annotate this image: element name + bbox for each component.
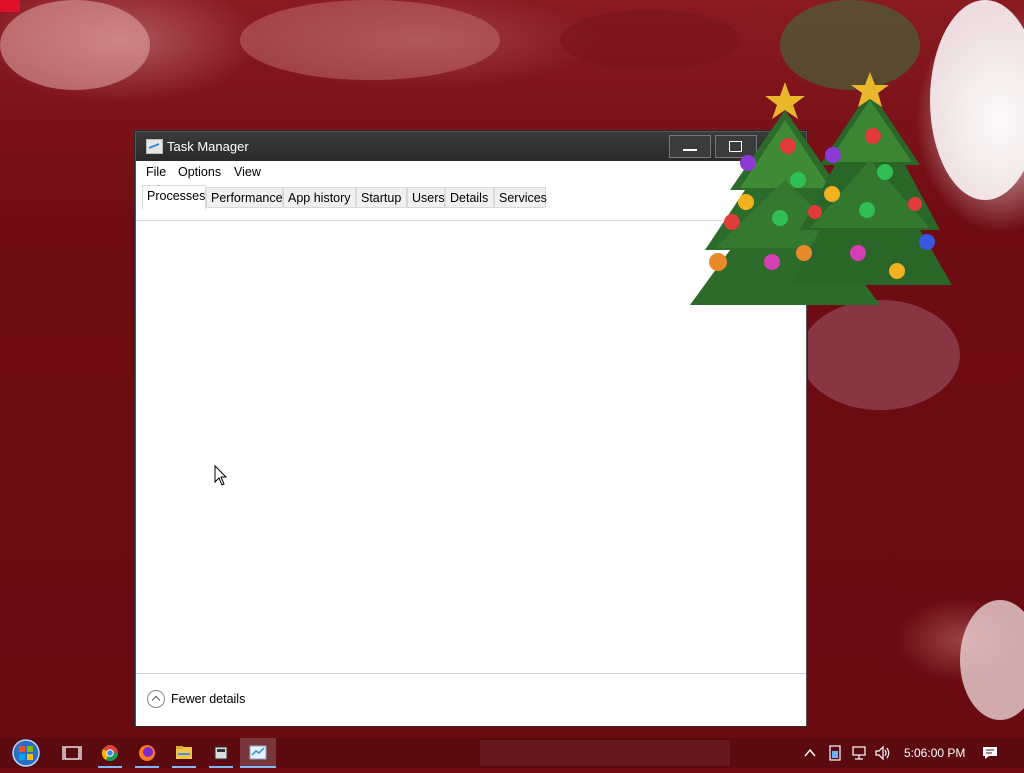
wallpaper-blot <box>240 0 500 80</box>
battery-icon[interactable] <box>827 744 843 762</box>
file-explorer-taskbar-button[interactable] <box>166 738 202 768</box>
firefox-taskbar-button[interactable] <box>129 738 165 768</box>
task-view-icon <box>62 746 82 760</box>
tab-services[interactable]: Services <box>494 187 547 208</box>
app-icon <box>214 746 228 760</box>
fewer-details-link[interactable]: Fewer details <box>171 692 245 706</box>
clock[interactable]: 5:06:00 PM <box>904 746 965 760</box>
task-manager-taskbar-button[interactable] <box>240 738 276 768</box>
wallpaper-blot <box>0 0 20 12</box>
chrome-taskbar-button[interactable] <box>92 738 128 768</box>
chrome-icon <box>101 745 119 762</box>
menu-file[interactable]: File <box>146 165 166 179</box>
wallpaper-blot <box>0 0 150 90</box>
taskbar: 5:06:00 PM <box>0 738 1024 768</box>
wallpaper-blot <box>960 600 1024 720</box>
folder-icon <box>176 746 192 759</box>
app-taskbar-button[interactable] <box>203 738 239 768</box>
window-footer: Fewer details <box>136 673 806 726</box>
task-view-button[interactable] <box>54 738 90 768</box>
chevron-up-icon[interactable] <box>147 690 165 708</box>
windows-start-icon <box>12 739 40 767</box>
task-manager-icon <box>146 139 163 154</box>
menu-view[interactable]: View <box>234 165 261 179</box>
tab-users[interactable]: Users <box>407 187 445 208</box>
taskbar-blur-region <box>480 740 730 766</box>
menu-options[interactable]: Options <box>178 165 221 179</box>
start-button[interactable] <box>8 738 44 768</box>
tab-details[interactable]: Details <box>445 187 494 208</box>
christmas-trees-decoration <box>690 72 952 305</box>
volume-icon[interactable] <box>874 744 892 762</box>
action-center-icon[interactable] <box>981 744 999 762</box>
chevron-up-icon[interactable] <box>802 745 818 761</box>
mouse-cursor-icon <box>214 465 228 486</box>
window-title: Task Manager <box>167 139 249 154</box>
task-manager-icon <box>249 745 267 760</box>
tab-app-history[interactable]: App history <box>283 187 356 208</box>
firefox-icon <box>139 745 155 761</box>
tab-startup[interactable]: Startup <box>356 187 407 208</box>
tab-performance[interactable]: Performance <box>206 187 283 208</box>
tab-processes[interactable]: Processes <box>142 185 206 210</box>
network-icon[interactable] <box>850 744 868 762</box>
wallpaper-blot <box>560 10 740 70</box>
